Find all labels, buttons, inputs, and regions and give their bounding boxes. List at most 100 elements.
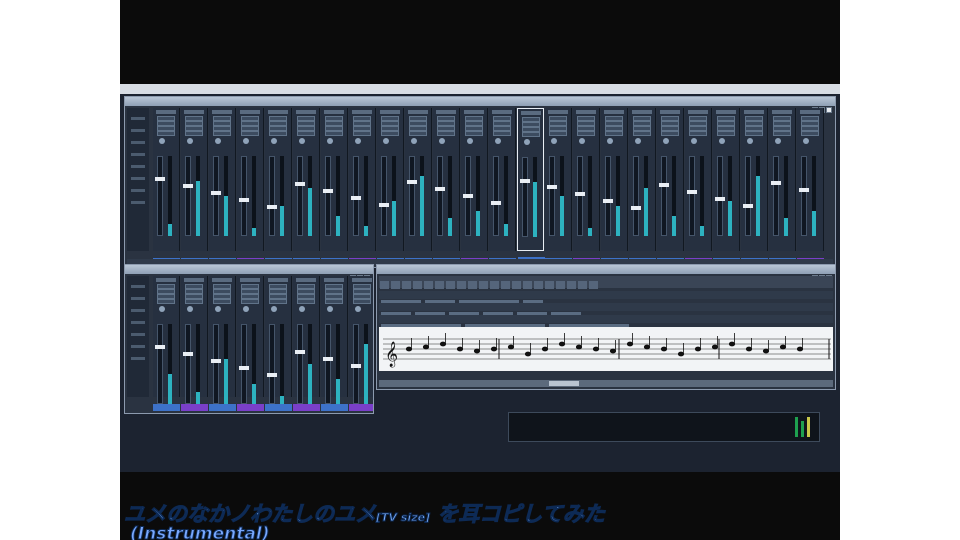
mixer-channel-strip[interactable] xyxy=(321,276,348,411)
channel-label[interactable] xyxy=(181,404,208,411)
fader-icon[interactable] xyxy=(743,156,753,236)
knob-icon[interactable] xyxy=(271,306,277,312)
mixer-channel-strip[interactable] xyxy=(601,108,628,265)
score-editor-titlebar[interactable] xyxy=(377,265,835,281)
channel-button[interactable] xyxy=(269,131,287,136)
channel-button[interactable] xyxy=(241,299,259,304)
channel-button[interactable] xyxy=(745,131,763,136)
window-close-icon[interactable] xyxy=(826,107,832,113)
channel-button[interactable] xyxy=(353,299,371,304)
mixer-channel-strip[interactable] xyxy=(321,108,348,265)
fader-icon[interactable] xyxy=(211,156,221,236)
knob-icon[interactable] xyxy=(803,138,809,144)
transport-panel[interactable] xyxy=(508,412,820,442)
channel-button[interactable] xyxy=(493,131,511,136)
knob-icon[interactable] xyxy=(439,138,445,144)
knob-icon[interactable] xyxy=(551,138,557,144)
mixer-rack-strip[interactable] xyxy=(127,108,149,251)
menu-bar[interactable] xyxy=(120,84,840,94)
knob-icon[interactable] xyxy=(719,138,725,144)
channel-button[interactable] xyxy=(185,131,203,136)
score-info-line-2[interactable] xyxy=(379,303,833,317)
channel-button[interactable] xyxy=(269,299,287,304)
fader-icon[interactable] xyxy=(351,324,361,404)
knob-icon[interactable] xyxy=(635,138,641,144)
channel-label[interactable] xyxy=(293,404,320,411)
scroll-thumb[interactable] xyxy=(549,381,579,386)
fader-icon[interactable] xyxy=(631,156,641,236)
score-info-line-1[interactable] xyxy=(379,291,833,305)
knob-icon[interactable] xyxy=(495,138,501,144)
mixer-channel-strip[interactable] xyxy=(209,108,236,265)
mixer-channel-strip[interactable] xyxy=(377,108,404,265)
mixer-channel-strip[interactable] xyxy=(209,276,236,411)
mixer-channel-strip[interactable] xyxy=(237,276,264,411)
knob-icon[interactable] xyxy=(299,138,305,144)
knob-icon[interactable] xyxy=(159,306,165,312)
mixer-channel-strip[interactable] xyxy=(349,108,376,265)
channel-button[interactable] xyxy=(185,299,203,304)
score-toolbar[interactable] xyxy=(379,276,833,289)
mixer-channel-strip[interactable] xyxy=(265,108,292,265)
channel-label[interactable] xyxy=(265,404,292,411)
channel-button[interactable] xyxy=(157,131,175,136)
fader-icon[interactable] xyxy=(267,156,277,236)
mixer-channel-strip[interactable] xyxy=(657,108,684,265)
fader-icon[interactable] xyxy=(407,156,417,236)
mixer-titlebar[interactable] xyxy=(125,97,835,113)
knob-icon[interactable] xyxy=(215,306,221,312)
channel-button[interactable] xyxy=(773,131,791,136)
score-scrollbar[interactable] xyxy=(379,380,833,387)
mixer-channel-strip[interactable] xyxy=(153,276,180,411)
knob-icon[interactable] xyxy=(159,138,165,144)
knob-icon[interactable] xyxy=(691,138,697,144)
knob-icon[interactable] xyxy=(747,138,753,144)
fader-icon[interactable] xyxy=(547,156,557,236)
knob-icon[interactable] xyxy=(383,138,389,144)
channel-label[interactable] xyxy=(349,404,373,411)
knob-icon[interactable] xyxy=(187,306,193,312)
mixer-channel-strip[interactable] xyxy=(489,108,516,265)
fader-icon[interactable] xyxy=(295,324,305,404)
mixer2-rack-strip[interactable] xyxy=(127,276,149,397)
score-info-line-3[interactable] xyxy=(379,315,833,329)
channel-button[interactable] xyxy=(325,299,343,304)
channel-button[interactable] xyxy=(717,131,735,136)
channel-button[interactable] xyxy=(801,131,819,136)
fader-icon[interactable] xyxy=(435,156,445,236)
mixer-channel-strip[interactable] xyxy=(769,108,796,265)
fader-icon[interactable] xyxy=(295,156,305,236)
fader-icon[interactable] xyxy=(155,156,165,236)
knob-icon[interactable] xyxy=(243,138,249,144)
mixer-channel-strip[interactable] xyxy=(181,276,208,411)
channel-button[interactable] xyxy=(549,131,567,136)
channel-button[interactable] xyxy=(409,131,427,136)
mixer-channel-strip[interactable] xyxy=(517,108,545,264)
fader-icon[interactable] xyxy=(463,156,473,236)
fader-icon[interactable] xyxy=(211,324,221,404)
fader-icon[interactable] xyxy=(715,156,725,236)
channel-button[interactable] xyxy=(157,299,175,304)
knob-icon[interactable] xyxy=(327,138,333,144)
score-staff[interactable]: 𝄞 xyxy=(379,327,833,371)
fader-icon[interactable] xyxy=(799,156,809,236)
knob-icon[interactable] xyxy=(663,138,669,144)
mixer-channel-strip[interactable] xyxy=(293,276,320,411)
knob-icon[interactable] xyxy=(327,306,333,312)
mixer-channel-strip[interactable] xyxy=(349,276,373,411)
fader-icon[interactable] xyxy=(239,156,249,236)
knob-icon[interactable] xyxy=(355,138,361,144)
fader-icon[interactable] xyxy=(351,156,361,236)
fader-icon[interactable] xyxy=(183,324,193,404)
channel-button[interactable] xyxy=(661,131,679,136)
channel-button[interactable] xyxy=(633,131,651,136)
fader-icon[interactable] xyxy=(520,157,530,237)
channel-button[interactable] xyxy=(241,131,259,136)
knob-icon[interactable] xyxy=(524,139,530,145)
fader-icon[interactable] xyxy=(267,324,277,404)
mixer-channel-strip[interactable] xyxy=(545,108,572,265)
fader-icon[interactable] xyxy=(239,324,249,404)
channel-button[interactable] xyxy=(353,131,371,136)
knob-icon[interactable] xyxy=(467,138,473,144)
mixer-channel-strip[interactable] xyxy=(461,108,488,265)
